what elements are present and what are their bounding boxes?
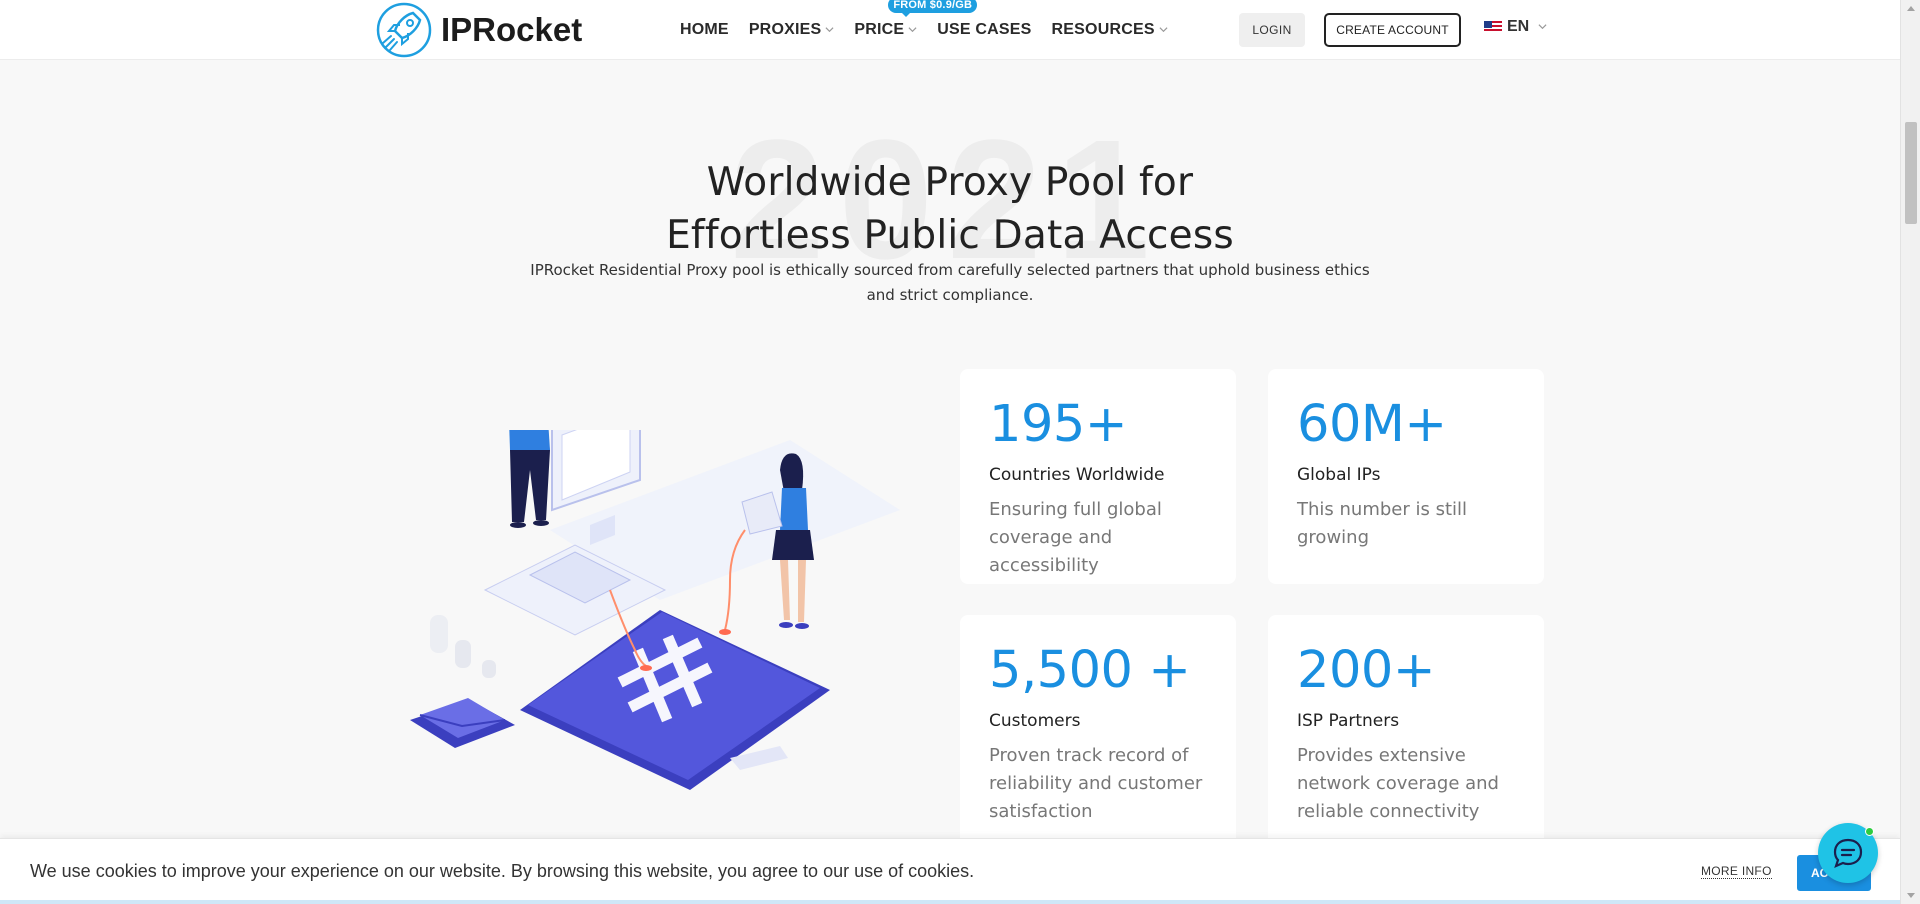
us-flag-icon [1484,21,1502,33]
proxy-network-illustration [410,430,900,790]
nav-proxies-label: PROXIES [748,21,822,38]
stat-label: ISP Partners [1297,711,1400,731]
create-account-button[interactable]: CREATE ACCOUNT [1324,13,1461,47]
stat-value: 200+ [1297,641,1436,700]
stat-label: Customers [989,711,1081,731]
nav-resources-label: RESOURCES [1051,21,1155,38]
stat-card-customers: 5,500 + Customers Proven track record of… [960,615,1236,855]
more-info-link[interactable]: MORE INFO [1701,864,1772,879]
stat-description: Proven track record of reliability and c… [989,745,1203,822]
login-button[interactable]: LOGIN [1239,13,1305,47]
subtitle-line-1: IPRocket Residential Proxy pool is ethic… [530,261,1370,279]
chevron-down-icon [1538,23,1547,29]
page-title: Worldwide Proxy Pool for Effortless Publ… [560,156,1340,262]
scroll-up-arrow-icon[interactable] [1907,6,1915,11]
nav-price-label: PRICE [854,21,905,38]
nav-resources[interactable]: RESOURCES [1052,21,1168,39]
chat-widget-button[interactable] [1818,823,1878,883]
stat-value: 60M+ [1297,395,1447,454]
site-header: IPRocket HOME PROXIES FROM $0.9/GB PRICE… [0,0,1900,60]
cookie-consent-bar: We use cookies to improve your experienc… [0,838,1900,900]
subtitle-line-2: and strict compliance. [866,286,1034,304]
title-line-2: Effortless Public Data Access [666,213,1234,258]
title-line-1: Worldwide Proxy Pool for [706,160,1194,205]
nav-price[interactable]: FROM $0.9/GB PRICE [854,0,978,39]
nav-proxies[interactable]: PROXIES [749,21,835,39]
stat-description: Ensuring full global coverage and access… [989,499,1162,576]
stat-card-isp-partners: 200+ ISP Partners Provides extensive net… [1268,615,1544,855]
stat-card-countries: 195+ Countries Worldwide Ensuring full g… [960,369,1236,584]
language-label: EN [1507,18,1530,35]
cookie-message: We use cookies to improve your experienc… [30,861,975,881]
online-status-dot [1865,827,1874,836]
nav-use-cases-label: USE CASES [937,21,1032,38]
stat-label: Global IPs [1297,465,1381,485]
nav-use-cases[interactable]: USE CASES [937,21,1031,39]
page-subtitle: IPRocket Residential Proxy pool is ethic… [520,258,1380,308]
scroll-down-arrow-icon[interactable] [1907,893,1915,898]
chevron-down-icon [825,26,834,32]
stat-description: Provides extensive network coverage and … [1297,745,1499,822]
logo-text: IPRocket [441,11,583,48]
stat-description: This number is still growing [1297,499,1468,548]
page-scrollbar[interactable] [1900,0,1920,904]
chevron-down-icon [1159,26,1168,32]
nav-home-label: HOME [680,21,729,38]
language-selector[interactable]: EN [1484,18,1547,36]
bottom-edge-line [0,900,1900,904]
price-badge: FROM $0.9/GB [888,0,978,17]
stat-value: 195+ [989,395,1128,454]
stat-label: Countries Worldwide [989,465,1165,485]
scrollbar-thumb[interactable] [1905,122,1917,224]
stat-value: 5,500 + [989,641,1191,700]
main-nav: HOME PROXIES FROM $0.9/GB PRICE USE CASE… [680,0,1188,60]
rocket-logo-icon [376,2,432,58]
stat-card-global-ips: 60M+ Global IPs This number is still gro… [1268,369,1544,584]
nav-home[interactable]: HOME [680,21,729,39]
logo[interactable]: IPRocket [375,0,582,60]
chevron-down-icon [908,26,917,32]
chat-bubble-icon [1833,838,1863,868]
